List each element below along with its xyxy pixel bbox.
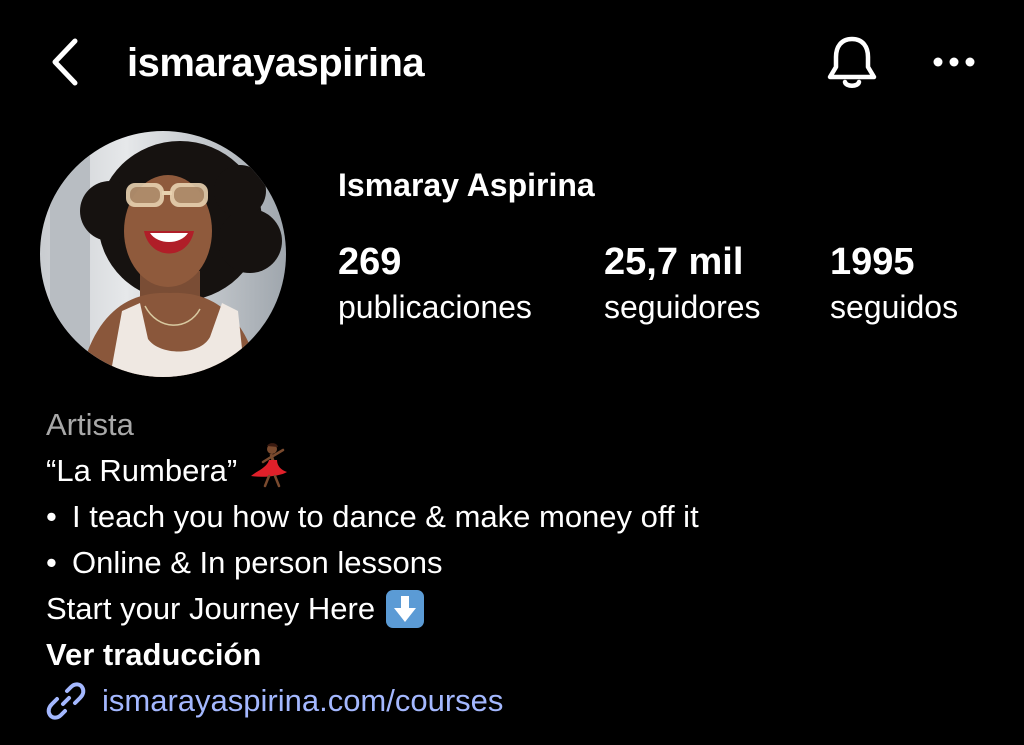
stat-followers[interactable]: 25,7 mil seguidores bbox=[604, 238, 761, 328]
display-name: Ismaray Aspirina bbox=[338, 167, 595, 203]
notifications-button[interactable] bbox=[822, 32, 882, 92]
bullet: • bbox=[46, 499, 57, 534]
stat-posts[interactable]: 269 publicaciones bbox=[338, 238, 532, 328]
stat-following[interactable]: 1995 seguidos bbox=[830, 238, 958, 328]
followers-label: seguidores bbox=[604, 289, 761, 325]
see-translation-link[interactable]: Ver traducción bbox=[46, 632, 1006, 678]
bell-icon bbox=[827, 36, 877, 88]
header-username: ismarayaspirina bbox=[127, 41, 425, 85]
website-link[interactable]: ismarayaspirina.com/courses bbox=[46, 678, 1006, 724]
bio-line-2: • I teach you how to dance & make money … bbox=[46, 494, 1006, 540]
following-label: seguidos bbox=[830, 289, 959, 325]
bio-line-4: Start your Journey Here bbox=[46, 586, 1006, 632]
following-count: 1995 bbox=[830, 241, 915, 283]
website-link-text: ismarayaspirina.com/courses bbox=[102, 683, 504, 718]
profile-bio: Artista “La Rumbera” • I teach you how t… bbox=[46, 402, 1006, 724]
bullet: • bbox=[46, 545, 57, 580]
bio-category: Artista bbox=[46, 407, 134, 442]
bio-line-1-text: “La Rumbera” bbox=[46, 453, 238, 488]
down-arrow-icon bbox=[385, 589, 425, 629]
profile-avatar[interactable] bbox=[40, 131, 286, 377]
back-button[interactable] bbox=[40, 34, 92, 90]
bio-line-3-text: Online & In person lessons bbox=[72, 545, 443, 580]
bio-line-4-text: Start your Journey Here bbox=[46, 591, 376, 626]
dancer-emoji-icon bbox=[247, 442, 293, 501]
posts-label: publicaciones bbox=[338, 289, 532, 325]
profile-photo bbox=[40, 131, 286, 377]
more-horizontal-icon bbox=[933, 57, 975, 67]
bio-line-2-text: I teach you how to dance & make money of… bbox=[72, 499, 699, 534]
profile-header: ismarayaspirina bbox=[0, 0, 1024, 120]
link-icon bbox=[46, 681, 86, 721]
chevron-left-icon bbox=[52, 38, 78, 86]
bio-line-3: • Online & In person lessons bbox=[46, 540, 1006, 586]
bio-line-1: “La Rumbera” bbox=[46, 442, 1006, 494]
followers-count: 25,7 mil bbox=[604, 241, 744, 283]
posts-count: 269 bbox=[338, 241, 402, 283]
more-options-button[interactable] bbox=[926, 38, 982, 86]
